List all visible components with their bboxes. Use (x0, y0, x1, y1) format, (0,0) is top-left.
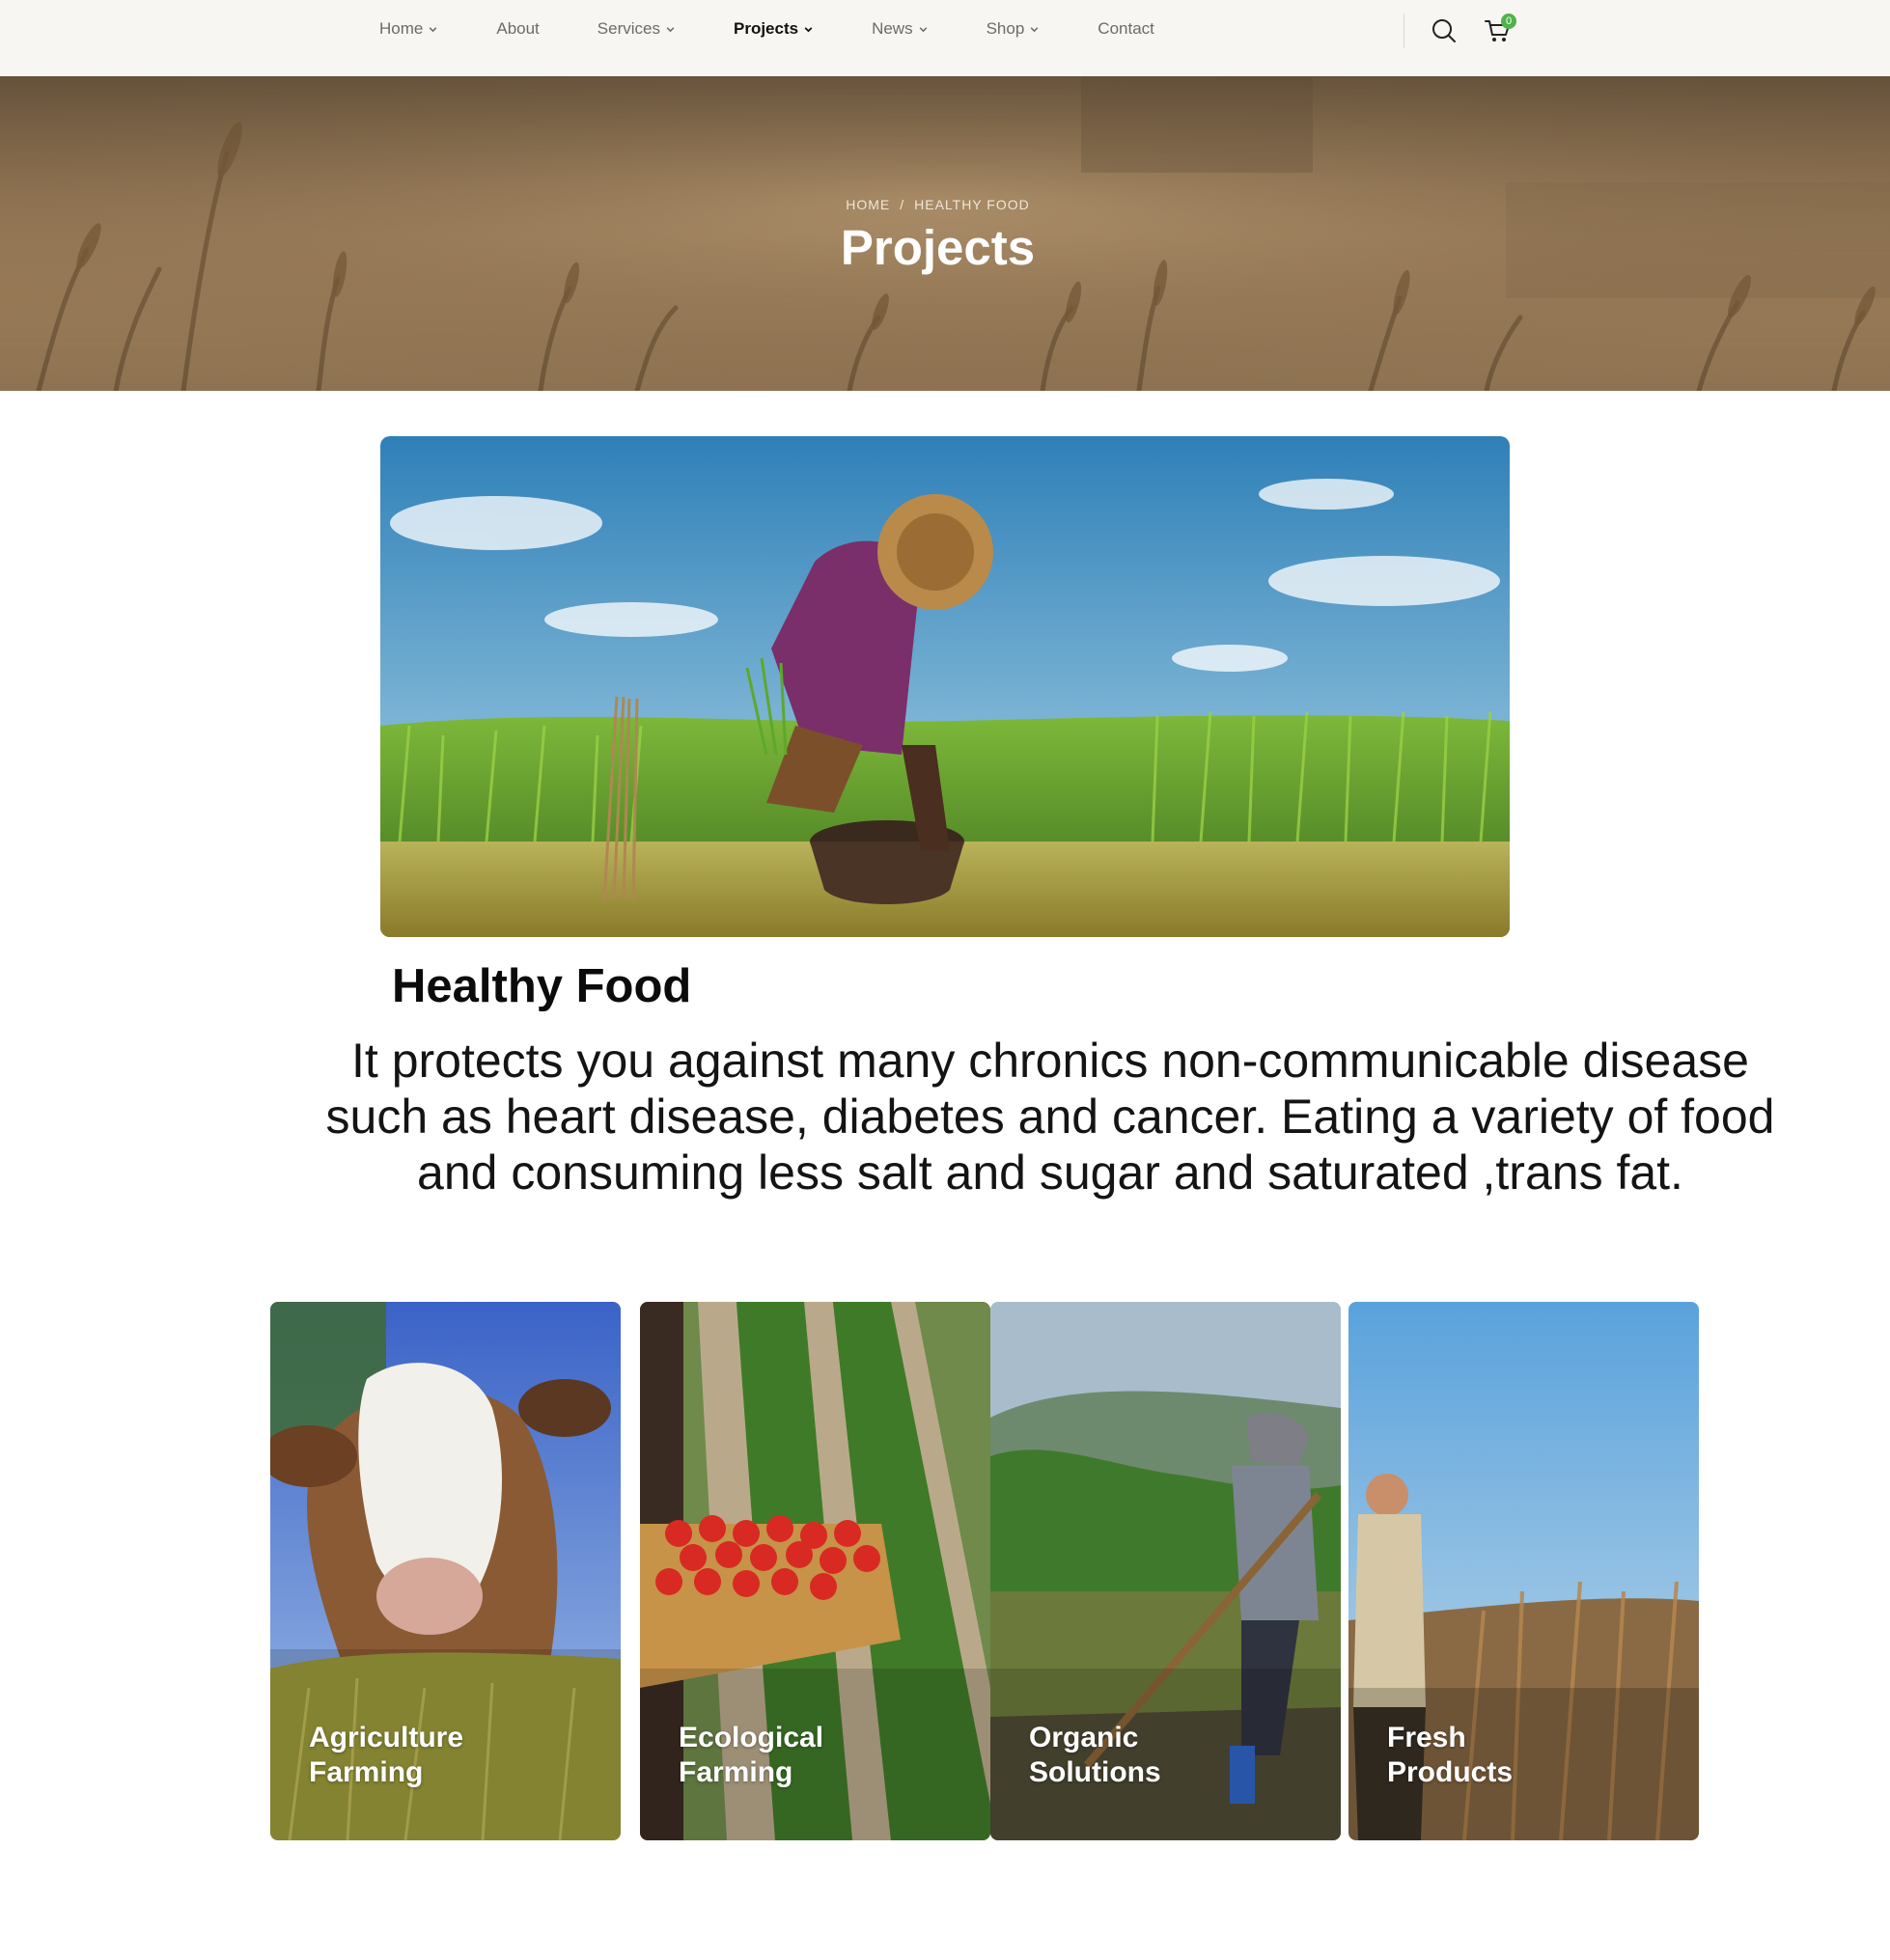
breadcrumb-current: HEALTHY FOOD (914, 197, 1030, 212)
chevron-down-icon (666, 26, 675, 32)
nav-item-label: Shop (986, 19, 1025, 38)
project-title: Healthy Food (392, 960, 692, 1012)
chevron-down-icon (430, 26, 437, 32)
card-label: Ecological Farming (679, 1721, 823, 1790)
search-button[interactable] (1431, 17, 1458, 44)
card-agriculture-farming[interactable]: Agriculture Farming (270, 1302, 621, 1840)
chevron-down-icon (919, 26, 927, 32)
card-label-line1: Ecological (679, 1722, 824, 1753)
card-label-line2: Products (1387, 1756, 1514, 1788)
card-label: Fresh Products (1387, 1721, 1513, 1790)
site-header: Home About Services Projects News Shop C… (0, 0, 1890, 76)
chevron-down-icon (804, 26, 813, 32)
nav-item-label: About (496, 19, 540, 38)
nav-item-contact[interactable]: Contact (1098, 19, 1154, 39)
nav-item-projects[interactable]: Projects (734, 19, 814, 39)
card-label-line1: Organic (1029, 1722, 1139, 1753)
card-label: Organic Solutions (1029, 1721, 1161, 1790)
chevron-down-icon (1030, 26, 1039, 32)
card-label-line2: Farming (679, 1756, 793, 1788)
breadcrumb: HOME / HEALTHY FOOD (0, 197, 1876, 212)
breadcrumb-separator: / (900, 197, 905, 212)
nav-item-label: Projects (733, 19, 799, 38)
project-feature-image (380, 436, 1510, 937)
nav-item-label: Services (597, 19, 660, 38)
farmer-rice-field-illustration (380, 436, 1510, 937)
card-label-line2: Farming (309, 1756, 424, 1788)
nav-item-shop[interactable]: Shop (987, 19, 1041, 39)
page-title: Projects (840, 220, 1036, 275)
card-fresh-products[interactable]: Fresh Products (1348, 1302, 1699, 1840)
nav-item-about[interactable]: About (496, 19, 539, 39)
card-label-line1: Fresh (1387, 1722, 1466, 1753)
search-icon (1432, 19, 1456, 42)
main-nav: Home About Services Projects News Shop C… (379, 0, 1212, 58)
nav-item-services[interactable]: Services (598, 19, 676, 39)
breadcrumb-home-link[interactable]: HOME (846, 197, 890, 212)
nav-item-news[interactable]: News (872, 19, 929, 39)
page-hero: HOME / HEALTHY FOOD Projects (0, 76, 1890, 391)
card-label-line2: Solutions (1029, 1756, 1161, 1788)
cart-count-badge: 0 (1501, 14, 1516, 29)
card-ecological-farming[interactable]: Ecological Farming (640, 1302, 990, 1840)
nav-item-home[interactable]: Home (379, 19, 438, 39)
nav-item-label: Contact (1098, 19, 1154, 38)
project-description: It protects you against many chronics no… (325, 1034, 1775, 1200)
card-label-line1: Agriculture (309, 1722, 464, 1753)
nav-item-label: News (872, 19, 913, 38)
card-label: Agriculture Farming (309, 1721, 463, 1790)
nav-item-label: Home (379, 19, 424, 38)
card-organic-solutions[interactable]: Organic Solutions (990, 1302, 1341, 1840)
